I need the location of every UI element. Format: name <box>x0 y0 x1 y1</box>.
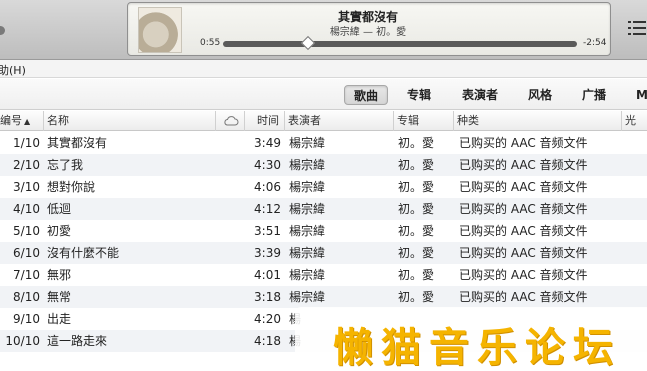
column-header-extra[interactable]: 光 <box>622 111 647 131</box>
remaining-time: -2:54 <box>583 38 607 48</box>
song-album: 初。愛 <box>398 158 435 172</box>
song-artist: 楊宗緯 <box>289 136 326 150</box>
menu-bar: 助(H) <box>0 60 647 78</box>
song-artist: 楊宗緯 <box>289 158 326 172</box>
elapsed-time: 0:55 <box>200 38 221 48</box>
now-playing-display: 其實都沒有 楊宗緯 — 初。愛 0:55 -2:54 <box>127 2 611 56</box>
table-row[interactable]: 4/10 低迴 4:12 楊宗緯 初。愛 已购买的 AAC 音频文件 <box>0 198 647 220</box>
song-name: 出走 <box>47 312 72 326</box>
tab-artists[interactable]: 表演者 <box>452 85 508 105</box>
song-name: 這一路走來 <box>47 334 108 348</box>
song-album: 初。愛 <box>398 290 435 304</box>
song-kind: 已购买的 AAC 音频文件 <box>459 290 588 304</box>
song-album: 初。愛 <box>398 202 435 216</box>
table-row[interactable]: 5/10 初愛 3:51 楊宗緯 初。愛 已购买的 AAC 音频文件 <box>0 220 647 242</box>
song-kind: 已购买的 AAC 音频文件 <box>459 268 588 282</box>
song-kind: 已购买的 AAC 音频文件 <box>459 158 588 172</box>
track-number: 2/10 <box>13 158 40 172</box>
column-header-album[interactable]: 专辑 <box>394 111 454 131</box>
song-name: 想對你說 <box>47 180 96 194</box>
menu-help[interactable]: 助(H) <box>0 62 26 78</box>
tab-radio[interactable]: 广播 <box>572 85 616 105</box>
song-name: 低迴 <box>47 202 72 216</box>
volume-knob-icon[interactable] <box>0 26 5 35</box>
song-duration: 4:12 <box>254 202 281 216</box>
song-name: 初愛 <box>47 224 72 238</box>
tab-more[interactable]: M <box>632 85 647 105</box>
cloud-icon <box>224 116 239 126</box>
song-duration: 3:18 <box>254 290 281 304</box>
tab-songs[interactable]: 歌曲 <box>344 85 388 105</box>
song-artist: 楊宗緯 <box>289 268 326 282</box>
forum-watermark: 懒猫音乐论坛 <box>295 307 647 371</box>
track-number: 4/10 <box>13 202 40 216</box>
track-number: 3/10 <box>13 180 40 194</box>
album-artwork[interactable] <box>138 7 182 53</box>
column-header-cloud[interactable] <box>216 111 245 131</box>
song-album: 初。愛 <box>398 246 435 260</box>
table-row[interactable]: 3/10 想對你說 4:06 楊宗緯 初。愛 已购买的 AAC 音频文件 <box>0 176 647 198</box>
song-duration: 4:06 <box>254 180 281 194</box>
track-number: 8/10 <box>13 290 40 304</box>
watermark-text: 懒猫音乐论坛 <box>333 325 621 371</box>
song-kind: 已购买的 AAC 音频文件 <box>459 224 588 238</box>
table-header: 编号 ▲ 名称 时间 表演者 专辑 种类 光 <box>0 111 647 131</box>
song-name: 無常 <box>47 290 72 304</box>
song-album: 初。愛 <box>398 224 435 238</box>
up-next-list-icon[interactable] <box>628 20 646 36</box>
song-name: 無邪 <box>47 268 72 282</box>
table-row[interactable]: 8/10 無常 3:18 楊宗緯 初。愛 已购买的 AAC 音频文件 <box>0 286 647 308</box>
song-kind: 已购买的 AAC 音频文件 <box>459 180 588 194</box>
track-number: 9/10 <box>13 312 40 326</box>
progress-knob[interactable] <box>300 35 316 51</box>
song-name: 沒有什麼不能 <box>47 246 120 260</box>
column-header-kind[interactable]: 种类 <box>454 111 622 131</box>
table-row[interactable]: 1/10 其實都沒有 3:49 楊宗緯 初。愛 已购买的 AAC 音频文件 <box>0 132 647 154</box>
song-name: 其實都沒有 <box>47 136 108 150</box>
column-header-name[interactable]: 名称 <box>44 111 216 131</box>
song-artist: 楊宗緯 <box>289 246 326 260</box>
table-row[interactable]: 7/10 無邪 4:01 楊宗緯 初。愛 已购买的 AAC 音频文件 <box>0 264 647 286</box>
column-header-artist[interactable]: 表演者 <box>285 111 394 131</box>
track-number: 10/10 <box>5 334 40 348</box>
song-duration: 4:01 <box>254 268 281 282</box>
table-row[interactable]: 2/10 忘了我 4:30 楊宗緯 初。愛 已购买的 AAC 音频文件 <box>0 154 647 176</box>
song-artist: 楊宗緯 <box>289 290 326 304</box>
song-duration: 3:49 <box>254 136 281 150</box>
column-header-number[interactable]: 编号 ▲ <box>0 111 44 131</box>
song-artist: 楊宗緯 <box>289 224 326 238</box>
song-duration: 3:39 <box>254 246 281 260</box>
track-number: 1/10 <box>13 136 40 150</box>
song-kind: 已购买的 AAC 音频文件 <box>459 136 588 150</box>
song-name: 忘了我 <box>47 158 84 172</box>
now-playing-subtitle: 楊宗緯 — 初。愛 <box>329 27 407 38</box>
song-album: 初。愛 <box>398 136 435 150</box>
player-toolbar: 其實都沒有 楊宗緯 — 初。愛 0:55 -2:54 <box>0 0 647 60</box>
song-album: 初。愛 <box>398 268 435 282</box>
table-row[interactable]: 6/10 沒有什麼不能 3:39 楊宗緯 初。愛 已购买的 AAC 音频文件 <box>0 242 647 264</box>
column-header-time[interactable]: 时间 <box>245 111 285 131</box>
song-duration: 4:30 <box>254 158 281 172</box>
song-duration: 4:20 <box>254 312 281 326</box>
track-number: 7/10 <box>13 268 40 282</box>
sort-ascending-icon: ▲ <box>24 117 31 126</box>
song-album: 初。愛 <box>398 180 435 194</box>
column-header-number-label: 编号 <box>0 114 22 127</box>
song-duration: 3:51 <box>254 224 281 238</box>
song-artist: 楊宗緯 <box>289 180 326 194</box>
song-kind: 已购买的 AAC 音频文件 <box>459 202 588 216</box>
tab-genres[interactable]: 风格 <box>518 85 562 105</box>
song-artist: 楊宗緯 <box>289 202 326 216</box>
track-number: 6/10 <box>13 246 40 260</box>
progress-bar[interactable] <box>223 35 577 51</box>
track-number: 5/10 <box>13 224 40 238</box>
view-tabs: 歌曲 专辑 表演者 风格 广播 M <box>0 79 647 110</box>
song-duration: 4:18 <box>254 334 281 348</box>
tab-albums[interactable]: 专辑 <box>397 85 441 105</box>
song-kind: 已购买的 AAC 音频文件 <box>459 246 588 260</box>
